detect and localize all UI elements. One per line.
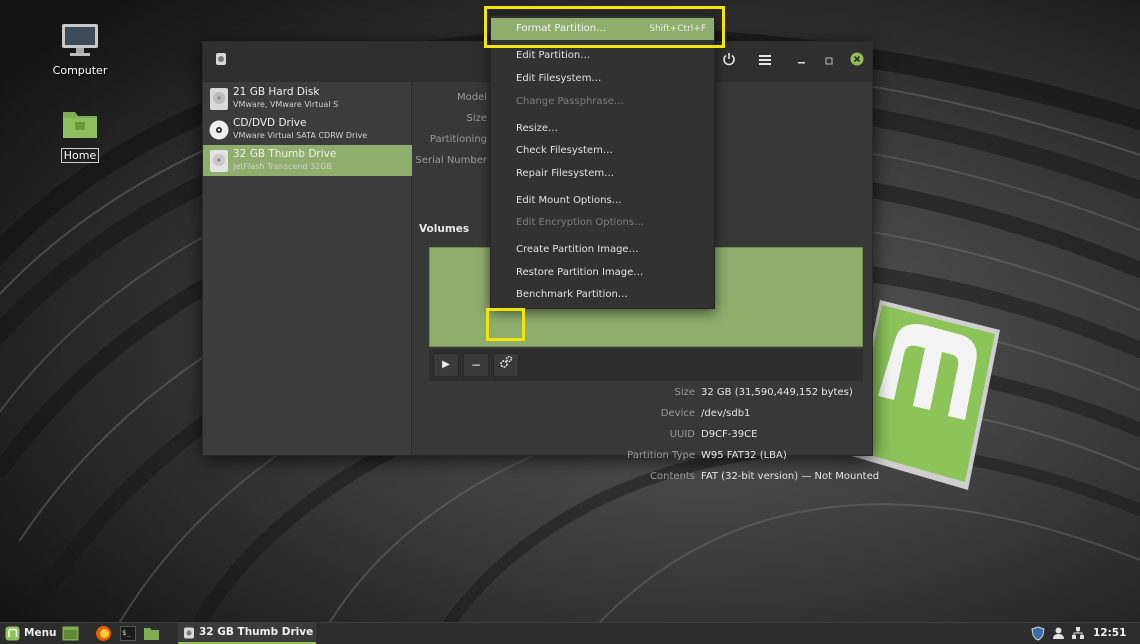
home-icon-label: Home [60, 148, 100, 163]
serial-number-label: Serial Number [415, 155, 487, 166]
delete-partition-button[interactable]: − [463, 353, 489, 377]
menu-item-check-filesystem[interactable]: Check Filesystem… [491, 140, 714, 162]
close-icon[interactable] [847, 52, 867, 72]
highlight-box-gears-button [486, 308, 525, 341]
device-item-hard-disk[interactable]: 21 GB Hard Disk VMware, VMware Virtual S [203, 83, 412, 114]
device-label: Device [660, 408, 695, 419]
mount-play-button[interactable]: ▶ [433, 353, 459, 377]
menu-item-edit-filesystem[interactable]: Edit Filesystem… [491, 68, 714, 90]
taskbar-window-disks[interactable]: 32 GB Thumb Drive [178, 623, 316, 644]
svg-text:$_: $_ [122, 629, 131, 637]
minimize-icon[interactable] [792, 52, 812, 72]
partition-type-label: Partition Type [627, 450, 695, 461]
partition-type-value: W95 FAT32 (LBA) [701, 450, 787, 461]
menu-item-resize[interactable]: Resize… [491, 118, 714, 140]
mint-menu-icon[interactable] [5, 626, 20, 644]
home-desktop-icon[interactable]: Home [45, 106, 115, 163]
uuid-value: D9CF-39CE [701, 429, 758, 440]
device-model: VMware Virtual SATA CDRW Drive [233, 131, 368, 140]
clock[interactable]: 12:51 [1093, 627, 1126, 639]
firefox-icon[interactable] [95, 625, 112, 644]
model-label: Model [456, 92, 487, 103]
device-model: VMware, VMware Virtual S [233, 100, 339, 109]
computer-desktop-icon[interactable]: Computer [45, 22, 115, 77]
menu-item-edit-encryption-options: Edit Encryption Options… [516, 217, 644, 228]
menu-item-create-partition-image[interactable]: Create Partition Image… [491, 239, 714, 261]
restore-icon[interactable] [819, 52, 839, 72]
disks-app-icon [211, 52, 231, 72]
device-name: CD/DVD Drive [233, 117, 307, 129]
hard-disk-icon [210, 88, 228, 110]
device-item-cd-dvd[interactable]: CD/DVD Drive VMware Virtual SATA CDRW Dr… [203, 114, 412, 145]
hamburger-menu-icon[interactable] [755, 52, 775, 72]
computer-icon [62, 24, 98, 56]
usb-drive-icon [210, 150, 228, 172]
taskbar-window-label: 32 GB Thumb Drive [199, 626, 314, 638]
contents-value: FAT (32-bit version) — Not Mounted [701, 471, 880, 482]
size-label: Size [466, 113, 487, 124]
show-desktop-icon[interactable] [62, 626, 79, 644]
menu-item-repair-filesystem[interactable]: Repair Filesystem… [491, 163, 714, 185]
device-list: 21 GB Hard Disk VMware, VMware Virtual S… [203, 82, 412, 455]
menu-item-edit-mount-options[interactable]: Edit Mount Options… [491, 190, 714, 212]
partition-size-value: 32 GB (31,590,449,152 bytes) [701, 387, 853, 398]
power-icon[interactable] [719, 52, 739, 72]
taskbar: Menu $_ 32 GB Thumb Drive 12:51 [0, 622, 1140, 644]
uuid-label: UUID [669, 429, 695, 440]
device-model: JetFlash Transcend 32GB [233, 162, 332, 171]
computer-icon-label: Computer [52, 64, 108, 77]
folder-icon [63, 112, 97, 138]
disks-app-icon [184, 627, 194, 639]
partitioning-label: Partitioning [429, 134, 487, 145]
partition-options-menu: Format Partition… Shift+Ctrl+F Edit Part… [490, 15, 715, 309]
volume-toolbar: ▶ − [429, 349, 863, 381]
device-item-thumb-drive[interactable]: 32 GB Thumb Drive JetFlash Transcend 32G… [203, 145, 412, 176]
terminal-icon[interactable]: $_ [120, 626, 136, 644]
device-name: 32 GB Thumb Drive [233, 148, 337, 160]
partition-size-label: Size [674, 387, 695, 398]
menu-button-label[interactable]: Menu [24, 627, 57, 639]
network-icon[interactable] [1071, 626, 1085, 643]
partition-options-button[interactable] [493, 353, 519, 377]
menu-item-change-passphrase: Change Passphrase… [516, 96, 624, 107]
gears-icon [500, 355, 513, 368]
contents-label: Contents [650, 471, 695, 482]
menu-item-benchmark-partition[interactable]: Benchmark Partition… [491, 284, 714, 306]
device-value: /dev/sdb1 [701, 408, 751, 419]
user-icon[interactable] [1052, 626, 1065, 643]
optical-disc-icon [209, 120, 229, 140]
menu-item-restore-partition-image[interactable]: Restore Partition Image… [491, 262, 714, 284]
menu-item-edit-partition[interactable]: Edit Partition… [491, 45, 714, 67]
highlight-box-format-partition [484, 6, 725, 48]
volumes-heading: Volumes [419, 223, 470, 235]
shield-icon[interactable] [1031, 626, 1045, 644]
files-icon[interactable] [143, 626, 160, 644]
device-name: 21 GB Hard Disk [233, 86, 320, 98]
